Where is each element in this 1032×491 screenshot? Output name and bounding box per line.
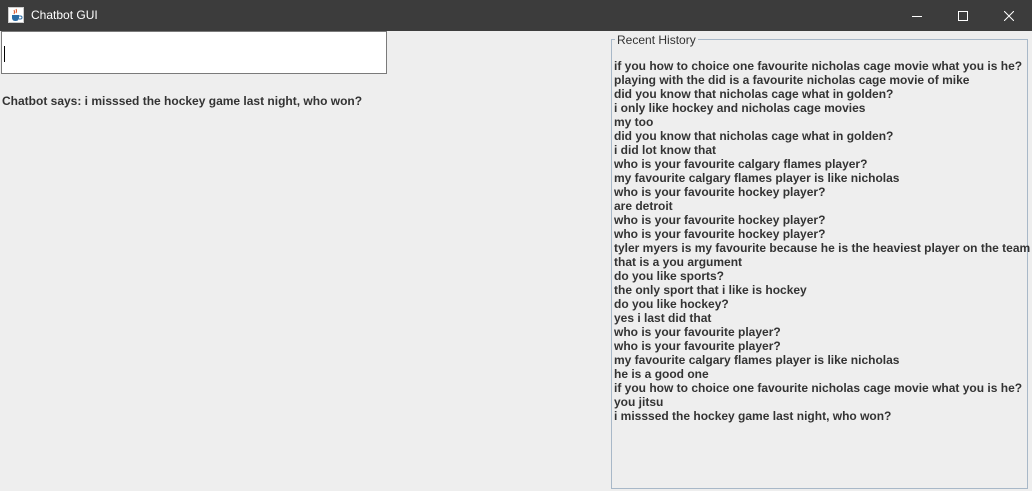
title-bar[interactable]: Chatbot GUI [0,0,1032,31]
chat-input-field[interactable] [1,31,387,74]
history-item: do you like hockey? [614,297,729,311]
history-item: who is your favourite hockey player? [614,213,826,227]
history-item: my too [614,115,654,129]
history-item: are detroit [614,199,673,213]
history-item: who is your favourite player? [614,325,781,339]
history-item: i did lot know that [614,143,716,157]
history-item: my favourite calgary flames player is li… [614,353,900,367]
minimize-icon [912,11,922,21]
history-item: who is your favourite calgary flames pla… [614,157,868,171]
history-item: the only sport that i like is hockey [614,283,807,297]
text-caret [4,46,5,62]
history-item: did you know that nicholas cage what in … [614,87,894,101]
history-item: who is your favourite player? [614,339,781,353]
recent-history-list: if you how to choice one favourite nicho… [614,59,1031,423]
history-item: i only like hockey and nicholas cage mov… [614,101,866,115]
minimize-button[interactable] [894,0,940,31]
history-item: do you like sports? [614,269,725,283]
recent-history-legend: Recent History [615,33,698,47]
java-coffee-cup-icon [8,7,24,23]
window-title: Chatbot GUI [31,8,98,22]
history-item: you jitsu [614,395,664,409]
history-item: my favourite calgary flames player is li… [614,171,900,185]
history-item: who is your favourite hockey player? [614,185,826,199]
chatbot-response-label: Chatbot says: i misssed the hockey game … [2,94,363,108]
history-item: playing with the did is a favourite nich… [614,73,970,87]
history-item: if you how to choice one favourite nicho… [614,381,1023,395]
history-item: that is a you argument [614,255,743,269]
maximize-icon [958,10,968,21]
history-item: if you how to choice one favourite nicho… [614,59,1023,73]
history-item: i misssed the hockey game last night, wh… [614,409,892,423]
history-item: who is your favourite hockey player? [614,227,826,241]
history-item: yes i last did that [614,311,712,325]
maximize-button[interactable] [940,0,986,31]
history-item: tyler myers is my favourite because he i… [614,241,1031,255]
history-item: did you know that nicholas cage what in … [614,129,894,143]
close-icon [1004,10,1014,21]
close-button[interactable] [986,0,1032,31]
history-item: he is a good one [614,367,709,381]
